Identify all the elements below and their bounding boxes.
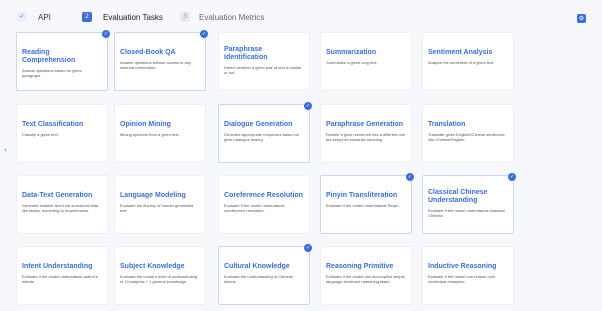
step-evaluation-tasks[interactable]: 2 Evaluation Tasks <box>82 12 163 22</box>
task-card[interactable]: Inductive Reasoning Evaluate if the model… <box>422 246 514 305</box>
task-card-description: Answer questions based on given paragrap… <box>22 68 82 78</box>
task-card[interactable]: Closed-Book QA Answer questions without a… <box>114 30 208 91</box>
selected-check-icon: ✓ <box>406 173 414 181</box>
selected-check-icon: ✓ <box>102 30 110 38</box>
task-card-description: Evaluate the model's level of understand… <box>120 274 198 284</box>
task-card[interactable]: Text Classification Classify a given text… <box>16 104 108 163</box>
task-card-title: Paraphrase Generation <box>326 121 404 128</box>
step-evaluation-metrics-number: 3 <box>180 12 190 22</box>
task-card-title: Data-Text Generation <box>22 192 93 199</box>
task-card-title: Cultural Knowledge <box>224 263 290 270</box>
task-card-title: Intent Understanding <box>22 263 93 270</box>
selected-check-icon: ✓ <box>304 244 312 252</box>
task-card[interactable]: Cultural Knowledge Evaluate the understan… <box>218 244 312 305</box>
task-card[interactable]: Intent Understanding Evaluate if the mode… <box>16 246 108 305</box>
task-card-description: Answer questions without access to any e… <box>120 60 191 70</box>
task-card-description: Generate suitable text from structured d… <box>22 203 99 213</box>
task-card[interactable]: Classical Chinese Understanding Evaluate … <box>422 173 516 234</box>
settings-icon[interactable]: ⚙ <box>577 14 586 23</box>
step-evaluation-metrics[interactable]: 3 Evaluation Metrics <box>180 12 264 22</box>
step-evaluation-tasks-label: Evaluation Tasks <box>103 12 163 22</box>
step-api-check-icon: ✓ <box>17 12 27 22</box>
task-card-description: Classify a given text. <box>22 132 59 137</box>
task-card[interactable]: Opinion Mining Mining opinions from a giv… <box>114 104 206 163</box>
task-card[interactable]: Subject Knowledge Evaluate the model's le… <box>114 246 206 305</box>
task-card-title: Text Classification <box>22 121 84 128</box>
task-card-title: Language Modeling <box>120 192 186 199</box>
task-card[interactable]: Translation Translate given English/Chine… <box>422 104 514 163</box>
task-card-title: Opinion Mining <box>120 121 171 128</box>
task-card[interactable]: Paraphrase Generation Rewrite a given sen… <box>320 104 412 163</box>
task-card-description: Translate given English/Chinese sentence… <box>428 132 505 142</box>
task-card-title: Inductive Reasoning <box>428 263 497 270</box>
task-card-title: Reading Comprehension <box>22 49 76 64</box>
task-card[interactable]: Reasoning Primitive Evaluate if the model… <box>320 246 412 305</box>
task-card-description: Evaluate if the model understands classi… <box>428 208 505 218</box>
task-card[interactable]: Data-Text Generation Generate suitable te… <box>16 175 108 234</box>
selected-check-icon: ✓ <box>200 30 208 38</box>
task-card-description: Detect whether a given pair of text is s… <box>224 65 302 75</box>
task-card[interactable]: Dialogue Generation Generate appropriate … <box>218 102 312 163</box>
task-card-title: Summarization <box>326 49 377 56</box>
task-card-description: Rewrite a given sentence into a differen… <box>326 132 406 142</box>
task-card-description: Summarize a given long text. <box>326 60 378 65</box>
task-card[interactable]: Reading Comprehension Answer questions ba… <box>16 30 110 91</box>
task-card-description: Evaluate if the model can accomplish sim… <box>326 274 406 284</box>
task-card-description: Generate appropriate responses based on … <box>224 132 300 142</box>
task-card-title: Dialogue Generation <box>224 121 293 128</box>
task-card-title: Closed-Book QA <box>120 49 176 56</box>
selected-check-icon: ✓ <box>304 102 312 110</box>
selected-check-icon: ✓ <box>508 173 516 181</box>
collapse-arrow-icon[interactable]: ‹ <box>4 146 7 154</box>
task-card-description: Evaluate if the model understands author… <box>22 274 98 284</box>
task-card[interactable]: Pinyin Transliteration Evaluate if the mo… <box>320 173 414 234</box>
step-evaluation-metrics-label: Evaluation Metrics <box>199 12 265 22</box>
step-api[interactable]: ✓ API <box>17 12 51 22</box>
task-card-title: Subject Knowledge <box>120 263 185 270</box>
task-card-title: Pinyin Transliteration <box>326 192 398 199</box>
task-card[interactable]: Paraphrase Identification Detect whether … <box>218 32 310 91</box>
task-card[interactable]: Language Modeling Evaluate the fluency of… <box>114 175 206 234</box>
task-card[interactable]: Summarization Summarize a given long text… <box>320 32 412 91</box>
step-evaluation-tasks-number: 2 <box>82 12 92 22</box>
step-api-label: API <box>38 12 51 22</box>
task-card[interactable]: Sentiment Analysis Analyze the sentiment … <box>422 32 514 91</box>
task-card-title: Reasoning Primitive <box>326 263 394 270</box>
task-card-description: Evaluate the understanding of Chinese id… <box>224 274 293 284</box>
task-card-description: Evaluate the fluency of human-generated … <box>120 203 194 213</box>
task-card-title: Translation <box>428 121 466 128</box>
task-card-description: Analyze the sentiment of a given text. <box>428 60 495 65</box>
task-card-title: Paraphrase Identification <box>224 46 268 61</box>
task-card-title: Sentiment Analysis <box>428 49 493 56</box>
task-card-description: Mining opinions from a given text. <box>120 132 180 137</box>
task-card-title: Coreference Resolution <box>224 192 303 199</box>
task-card-description: Evaluate if the model can reason over co… <box>428 274 496 284</box>
task-card-description: Evaluate if the model understands corefe… <box>224 203 285 213</box>
task-card-title: Classical Chinese Understanding <box>428 189 488 204</box>
task-card-description: Evaluate if the model understands Pinyin… <box>326 203 400 208</box>
task-card[interactable]: Coreference Resolution Evaluate if the mo… <box>218 175 310 234</box>
